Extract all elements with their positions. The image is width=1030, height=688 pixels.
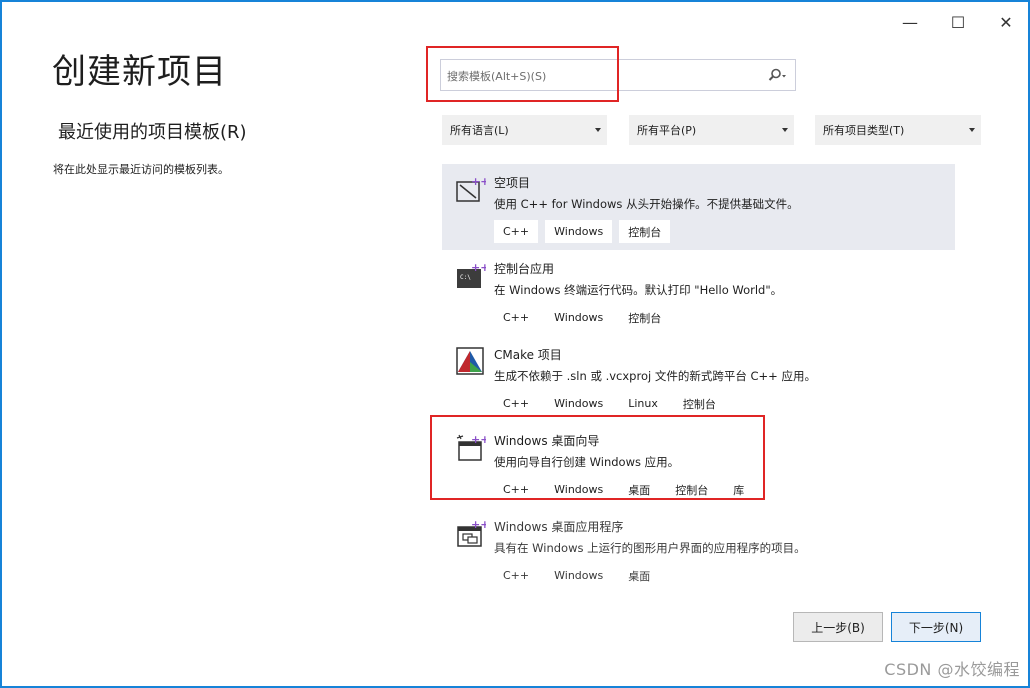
template-item-console-app[interactable]: C:\ ++ 控制台应用 在 Windows 终端运行代码。默认打印 "Hell… bbox=[442, 250, 955, 336]
tag: Windows bbox=[545, 564, 613, 587]
tag: Windows bbox=[545, 392, 613, 415]
next-button[interactable]: 下一步(N) bbox=[891, 612, 981, 642]
maximize-icon: ☐ bbox=[950, 12, 966, 32]
template-item-cmake-project[interactable]: CMake 项目 生成不依赖于 .sln 或 .vcxproj 文件的新式跨平台… bbox=[442, 336, 955, 422]
template-description: 使用向导自行创建 Windows 应用。 bbox=[494, 455, 680, 469]
tag: Windows bbox=[545, 478, 613, 501]
minimize-icon: — bbox=[902, 12, 918, 32]
maximize-button[interactable]: ☐ bbox=[942, 8, 974, 36]
template-tags: C++ Windows 控制台 bbox=[494, 306, 671, 329]
template-tags: C++ Windows 桌面 控制台 库 bbox=[494, 478, 754, 501]
template-name: Windows 桌面应用程序 bbox=[494, 520, 624, 534]
project-type-filter-dropdown[interactable]: 所有项目类型(T) bbox=[815, 115, 981, 145]
cmake-icon bbox=[456, 346, 486, 376]
chevron-down-icon bbox=[595, 128, 601, 132]
watermark: CSDN @水饺编程 bbox=[884, 660, 1020, 679]
chevron-down-icon bbox=[782, 128, 788, 132]
language-filter-dropdown[interactable]: 所有语言(L) bbox=[442, 115, 607, 145]
tag: 控制台 bbox=[666, 478, 718, 501]
search-icon[interactable] bbox=[767, 67, 787, 85]
project-type-filter-value: 所有项目类型(T) bbox=[823, 124, 905, 137]
tag: Windows bbox=[545, 306, 613, 329]
svg-text:++: ++ bbox=[471, 175, 486, 188]
template-tags: C++ Windows 桌面 bbox=[494, 564, 660, 587]
tag: 库 bbox=[724, 478, 754, 501]
create-project-dialog: — ☐ ✕ 创建新项目 最近使用的项目模板(R) 将在此处显示最近访问的模板列表… bbox=[0, 0, 1030, 688]
recent-templates-heading: 最近使用的项目模板(R) bbox=[58, 122, 247, 143]
template-description: 在 Windows 终端运行代码。默认打印 "Hello World"。 bbox=[494, 283, 783, 297]
template-item-windows-desktop-app[interactable]: ++ Windows 桌面应用程序 具有在 Windows 上运行的图形用户界面… bbox=[442, 508, 955, 594]
tag: 控制台 bbox=[619, 306, 671, 329]
console-app-icon: C:\ ++ bbox=[456, 260, 489, 290]
page-title: 创建新项目 bbox=[52, 52, 227, 92]
tag: Linux bbox=[619, 392, 667, 415]
language-filter-value: 所有语言(L) bbox=[450, 124, 509, 137]
template-name: CMake 项目 bbox=[494, 348, 562, 362]
recent-templates-empty-text: 将在此处显示最近访问的模板列表。 bbox=[53, 163, 229, 176]
platform-filter-dropdown[interactable]: 所有平台(P) bbox=[629, 115, 794, 145]
template-name: 空项目 bbox=[494, 176, 531, 190]
tag: C++ bbox=[494, 392, 539, 415]
tag: 控制台 bbox=[673, 392, 725, 415]
tag: C++ bbox=[494, 220, 539, 243]
close-icon: ✕ bbox=[999, 12, 1013, 32]
svg-text:++: ++ bbox=[471, 261, 486, 274]
template-item-windows-desktop-wizard[interactable]: ++ Windows 桌面向导 使用向导自行创建 Windows 应用。 C++… bbox=[442, 422, 955, 508]
template-tags: C++ Windows 控制台 bbox=[494, 220, 671, 243]
tag: 桌面 bbox=[619, 564, 660, 587]
tag: 控制台 bbox=[619, 220, 671, 243]
tag: C++ bbox=[494, 306, 539, 329]
tag: Windows bbox=[545, 220, 613, 243]
tag: 桌面 bbox=[619, 478, 660, 501]
svg-text:++: ++ bbox=[471, 433, 486, 446]
close-button[interactable]: ✕ bbox=[990, 8, 1022, 36]
template-description: 生成不依赖于 .sln 或 .vcxproj 文件的新式跨平台 C++ 应用。 bbox=[494, 369, 816, 383]
template-description: 使用 C++ for Windows 从头开始操作。不提供基础文件。 bbox=[494, 197, 799, 211]
back-button[interactable]: 上一步(B) bbox=[793, 612, 883, 642]
platform-filter-value: 所有平台(P) bbox=[637, 124, 697, 137]
desktop-app-icon: ++ bbox=[456, 518, 489, 548]
template-tags: C++ Windows Linux 控制台 bbox=[494, 392, 725, 415]
template-name: Windows 桌面向导 bbox=[494, 434, 600, 448]
tag: C++ bbox=[494, 564, 539, 587]
tag: C++ bbox=[494, 478, 539, 501]
search-input[interactable] bbox=[445, 60, 759, 92]
chevron-down-icon bbox=[969, 128, 975, 132]
template-description: 具有在 Windows 上运行的图形用户界面的应用程序的项目。 bbox=[494, 541, 806, 555]
svg-text:++: ++ bbox=[471, 518, 486, 531]
template-name: 控制台应用 bbox=[494, 262, 555, 276]
minimize-button[interactable]: — bbox=[894, 8, 926, 36]
empty-project-icon: ++ bbox=[456, 174, 489, 204]
template-item-empty-project[interactable]: ++ 空项目 使用 C++ for Windows 从头开始操作。不提供基础文件… bbox=[442, 164, 955, 250]
desktop-wizard-icon: ++ bbox=[456, 432, 489, 462]
svg-text:C:\: C:\ bbox=[460, 274, 471, 281]
template-search-box[interactable] bbox=[440, 59, 796, 92]
